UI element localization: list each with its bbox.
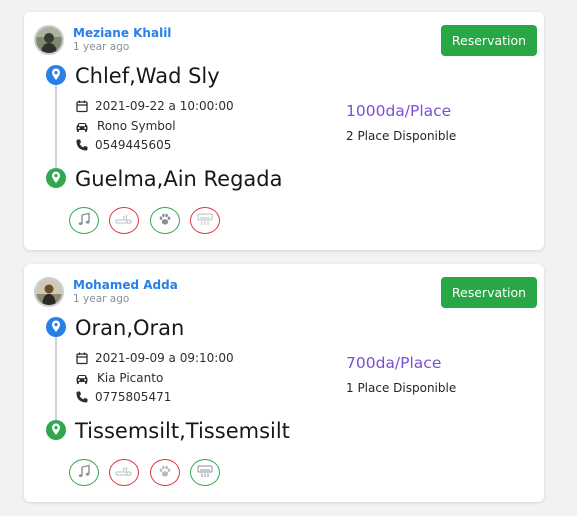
origin-city: Chlef,Wad Sly [75, 64, 220, 88]
avatar[interactable] [34, 277, 64, 307]
phone-text[interactable]: 0775805471 [95, 390, 171, 404]
pets-denied-badge [150, 459, 180, 486]
price-per-place: 700da/Place [346, 354, 442, 372]
car-text: Kia Picanto [97, 371, 164, 385]
origin-pin-icon [45, 64, 67, 88]
music-allowed-badge [69, 459, 99, 486]
car-text: Rono Symbol [97, 119, 176, 133]
datetime-text: 2021-09-09 a 09:10:00 [95, 351, 234, 365]
air-conditioner-icon [197, 463, 213, 482]
calendar-icon [75, 351, 89, 365]
driver-phone: 0549445605 [75, 137, 171, 153]
car-icon [75, 371, 89, 385]
smoking-denied-badge [109, 459, 139, 486]
trip-card: Mohamed Adda 1 year ago Reservation Oran… [24, 264, 544, 502]
available-places: 1 Place Disponible [346, 381, 457, 395]
price-per-place: 1000da/Place [346, 102, 452, 120]
pets-allowed-badge [150, 207, 180, 234]
datetime-text: 2021-09-22 a 10:00:00 [95, 99, 234, 113]
calendar-icon [75, 99, 89, 113]
destination-city: Tissemsilt,Tissemsilt [75, 419, 290, 443]
air-conditioner-icon [197, 211, 213, 230]
driver-phone: 0775805471 [75, 389, 171, 405]
driver-name[interactable]: Meziane Khalil [73, 26, 171, 40]
reservation-button[interactable]: Reservation [441, 25, 537, 56]
available-places: 2 Place Disponible [346, 129, 457, 143]
driver-name[interactable]: Mohamed Adda [73, 278, 178, 292]
route-line [55, 326, 57, 431]
destination-city: Guelma,Ain Regada [75, 167, 283, 191]
car-model: Rono Symbol [75, 118, 176, 134]
posted-time: 1 year ago [73, 41, 130, 53]
route-line [55, 74, 57, 179]
smoking-icon [114, 211, 134, 230]
smoking-denied-badge [109, 207, 139, 234]
air-conditioning-denied-badge [190, 207, 220, 234]
destination-pin-icon [45, 167, 67, 191]
origin-city: Oran,Oran [75, 316, 185, 340]
paw-icon [158, 463, 172, 482]
car-icon [75, 119, 89, 133]
posted-time: 1 year ago [73, 293, 130, 305]
destination-pin-icon [45, 419, 67, 443]
trip-card: Meziane Khalil 1 year ago Reservation Ch… [24, 12, 544, 250]
smoking-icon [114, 463, 134, 482]
air-conditioning-allowed-badge [190, 459, 220, 486]
music-icon [77, 463, 91, 482]
departure-datetime: 2021-09-09 a 09:10:00 [75, 350, 234, 366]
reservation-button[interactable]: Reservation [441, 277, 537, 308]
phone-icon [75, 390, 89, 404]
music-icon [77, 211, 91, 230]
avatar[interactable] [34, 25, 64, 55]
phone-icon [75, 138, 89, 152]
phone-text[interactable]: 0549445605 [95, 138, 171, 152]
origin-pin-icon [45, 316, 67, 340]
departure-datetime: 2021-09-22 a 10:00:00 [75, 98, 234, 114]
car-model: Kia Picanto [75, 370, 163, 386]
paw-icon [158, 211, 172, 230]
music-allowed-badge [69, 207, 99, 234]
